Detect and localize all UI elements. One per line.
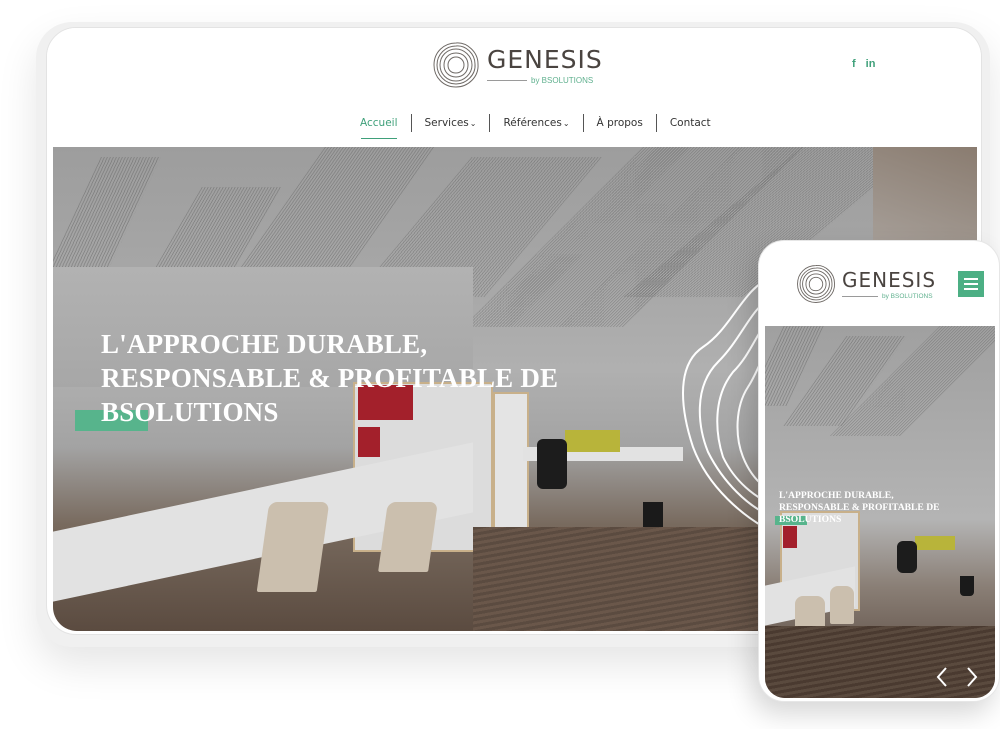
- tagline-divider: [487, 79, 527, 81]
- brand-name: GENESIS: [842, 267, 937, 292]
- nav-label: Services: [424, 117, 469, 129]
- social-links: f in: [852, 58, 875, 70]
- hero-image-chair: [378, 502, 438, 572]
- facebook-icon[interactable]: f: [852, 58, 856, 70]
- brand-name: GENESIS: [487, 44, 603, 74]
- chevron-left-icon[interactable]: [935, 666, 949, 688]
- main-nav: Accueil Services⌄ Références⌄ À propos C…: [347, 114, 724, 139]
- hero-image-desk-panel: [565, 430, 620, 452]
- hero-title-line: BSOLUTIONS: [779, 514, 842, 525]
- nav-item-a-propos[interactable]: À propos: [584, 117, 656, 129]
- brand-tagline: by BSOLUTIONS: [531, 75, 594, 85]
- hero-image-bin: [960, 576, 974, 596]
- nav-label: Références: [503, 117, 562, 129]
- tagline-divider: [842, 295, 878, 297]
- hero-image-desk-panel: [915, 536, 955, 550]
- mobile-site-logo[interactable]: GENESIS by BSOLUTIONS: [795, 263, 936, 305]
- hero-image-chair: [256, 502, 330, 592]
- menu-bar: [964, 283, 978, 285]
- brand-tagline-row: by BSOLUTIONS: [842, 293, 936, 300]
- nav-item-references[interactable]: Références⌄: [490, 117, 582, 129]
- menu-bar: [964, 288, 978, 290]
- hero-image-binders: [783, 526, 797, 548]
- hero-title: L'APPROCHE DURABLE, RESPONSABLE & PROFIT…: [101, 327, 571, 429]
- contour-rings-decoration: [682, 276, 773, 533]
- nav-item-services[interactable]: Services⌄: [412, 117, 490, 129]
- hero-image-floor: [765, 626, 995, 698]
- hero-title-line: RESPONSABLE & PROFITABLE DE: [779, 502, 940, 513]
- hero-image-chair: [830, 586, 854, 624]
- brand-tagline: by BSOLUTIONS: [882, 292, 933, 300]
- menu-bar: [964, 278, 978, 280]
- chevron-down-icon: ⌄: [562, 119, 570, 128]
- nav-label: À propos: [596, 117, 643, 129]
- hero-image-office-chair: [537, 439, 567, 489]
- hero-title-line: L'APPROCHE DURABLE,: [779, 490, 894, 501]
- nav-label: Contact: [669, 117, 711, 129]
- hero-title-line: RESPONSABLE & PROFITABLE DE: [101, 363, 559, 393]
- hamburger-menu-icon[interactable]: [958, 271, 984, 297]
- hero-title-line: L'APPROCHE DURABLE,: [101, 329, 428, 359]
- hero-image-binders: [358, 427, 380, 457]
- mobile-hero-title: L'APPROCHE DURABLE, RESPONSABLE & PROFIT…: [779, 490, 989, 526]
- logo-rings-icon: [433, 42, 479, 88]
- nav-label: Accueil: [360, 117, 398, 129]
- nav-item-contact[interactable]: Contact: [657, 117, 724, 129]
- hero-title-line: BSOLUTIONS: [101, 397, 279, 427]
- mobile-hero-slider: L'APPROCHE DURABLE, RESPONSABLE & PROFIT…: [765, 326, 995, 698]
- chevron-down-icon: ⌄: [469, 119, 477, 128]
- hero-image-office-chair: [897, 541, 917, 573]
- linkedin-icon[interactable]: in: [866, 58, 876, 70]
- hero-image-ceiling: [53, 157, 161, 277]
- brand-tagline-row: by BSOLUTIONS: [487, 76, 603, 85]
- chevron-right-icon[interactable]: [965, 666, 979, 688]
- site-header: GENESIS by BSOLUTIONS f in Accueil Servi…: [47, 28, 981, 146]
- site-logo[interactable]: GENESIS by BSOLUTIONS: [431, 40, 603, 90]
- logo-rings-icon: [797, 265, 835, 303]
- mobile-mockup: GENESIS by BSOLUTIONS L'APPROCHE DURABLE…: [758, 240, 1000, 702]
- nav-item-accueil[interactable]: Accueil: [347, 117, 411, 139]
